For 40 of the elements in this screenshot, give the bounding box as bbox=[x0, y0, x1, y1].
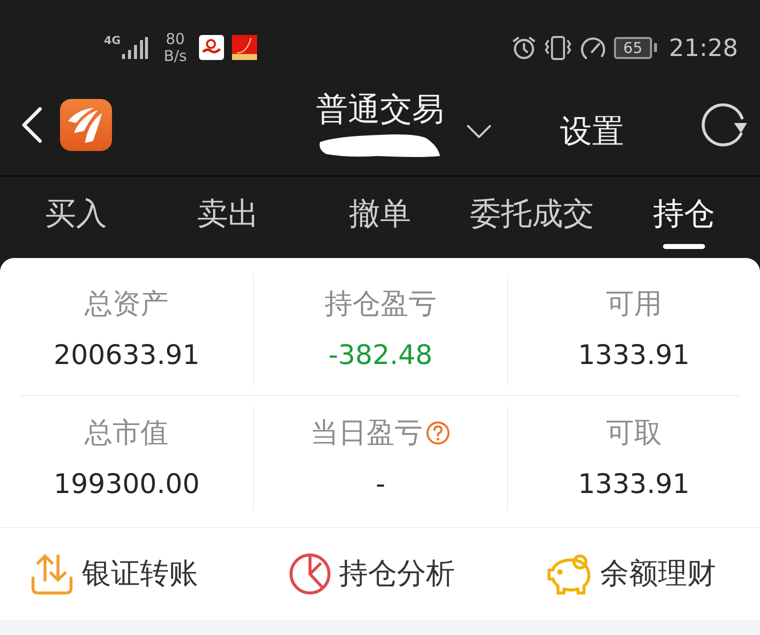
piggy-bank-icon bbox=[546, 553, 592, 595]
tab[interactable]: 委托成交 bbox=[456, 177, 608, 257]
pie-chart-icon bbox=[289, 553, 331, 595]
network-type-label: 4G bbox=[104, 34, 121, 46]
shortcut-link[interactable]: 银证转账 bbox=[30, 552, 198, 596]
dropdown-chevron-icon[interactable] bbox=[466, 124, 492, 140]
clock-time: 21:28 bbox=[668, 34, 738, 62]
help-icon[interactable] bbox=[426, 420, 450, 444]
tab[interactable]: 撤单 bbox=[304, 177, 456, 257]
stat-label: 持仓盈亏 bbox=[324, 288, 436, 320]
page-title: 普通交易 bbox=[316, 90, 444, 128]
stat-label: 总资产 bbox=[84, 288, 169, 320]
stat-label: 总市值 bbox=[84, 416, 169, 448]
battery-indicator: 65 bbox=[614, 36, 657, 58]
news-app-icon bbox=[198, 35, 224, 60]
tab[interactable]: 买入 bbox=[0, 177, 152, 257]
shortcut-link[interactable]: 余额理财 bbox=[546, 553, 716, 595]
tab-indicator bbox=[663, 244, 705, 249]
gauge-icon bbox=[580, 36, 606, 60]
stat-label: 可取 bbox=[606, 416, 662, 448]
stock-app-icon bbox=[232, 35, 257, 60]
vibrate-icon bbox=[544, 36, 572, 60]
stat-label: 当日盈亏 bbox=[310, 416, 422, 448]
transfer-arrows-icon bbox=[30, 552, 74, 596]
tab[interactable]: 持仓 bbox=[608, 177, 760, 257]
network-speed: 80 B/s bbox=[164, 30, 187, 64]
app-logo-icon bbox=[60, 99, 112, 151]
settings-button[interactable]: 设置 bbox=[560, 110, 624, 154]
stat-value: - bbox=[376, 468, 386, 500]
stat-label: 可用 bbox=[606, 288, 662, 320]
shortcut-link[interactable]: 持仓分析 bbox=[289, 553, 455, 595]
stat-value: 1333.91 bbox=[578, 340, 690, 372]
tab[interactable]: 卖出 bbox=[152, 177, 304, 257]
stat-value: 1333.91 bbox=[578, 468, 690, 500]
signal-icon bbox=[122, 36, 148, 58]
stat-value: 200633.91 bbox=[54, 340, 200, 372]
stat-value: -382.48 bbox=[328, 340, 433, 372]
back-icon[interactable] bbox=[20, 105, 44, 145]
stat-value: 199300.00 bbox=[54, 468, 200, 500]
alarm-clock-icon bbox=[512, 36, 536, 60]
